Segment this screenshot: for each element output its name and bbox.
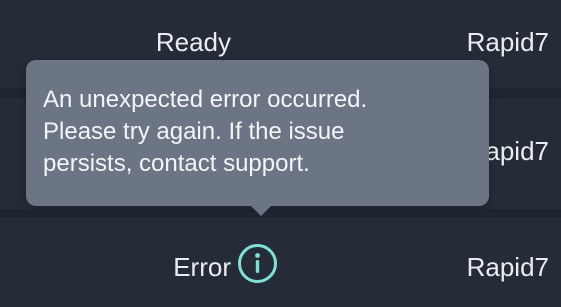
status-cell: Error — [173, 252, 231, 282]
table-row: Error Rapid7 — [0, 217, 561, 307]
tooltip-message: An unexpected error occurred. Please try… — [43, 86, 368, 177]
status-cell: Ready — [155, 27, 231, 57]
vendor-cell: Rapid7 — [466, 27, 549, 57]
vendor-cell: Rapid7 — [466, 252, 549, 282]
info-icon[interactable] — [236, 242, 279, 285]
error-tooltip: An unexpected error occurred. Please try… — [26, 60, 489, 216]
